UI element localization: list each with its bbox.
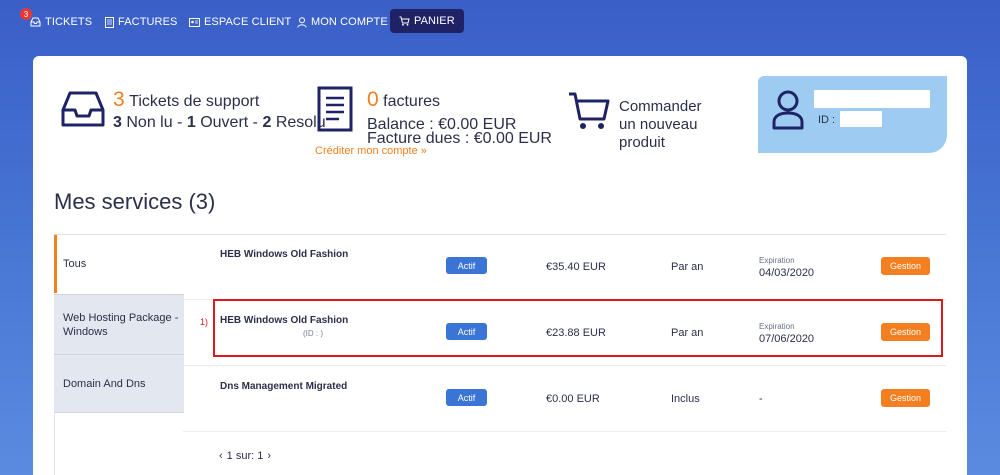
tab-tous[interactable]: Tous xyxy=(54,235,184,293)
expiration-date: 04/03/2020 xyxy=(759,267,815,279)
unread-count: 3 xyxy=(113,114,122,131)
highlight-box xyxy=(213,299,943,357)
order-new-product-link[interactable]: Commander un nouveau produit xyxy=(619,98,702,152)
nav-espace-client-label: ESPACE CLIENT xyxy=(204,16,292,28)
chevron-left-icon[interactable]: ‹ xyxy=(219,450,223,462)
invoices-count: 0 xyxy=(367,88,379,111)
profile-name-redacted xyxy=(814,90,930,108)
nav-espace-client[interactable]: ESPACE CLIENT xyxy=(189,10,291,34)
service-row[interactable]: Dns Management Migrated Actif €0.00 EUR … xyxy=(183,366,946,432)
credit-account-link[interactable]: Créditer mon compte » xyxy=(315,145,427,157)
order-line1: Commander xyxy=(619,98,702,115)
nav-tickets-label: TICKETS xyxy=(45,16,93,28)
open-count: 1 xyxy=(186,114,196,131)
tickets-badge: 3 xyxy=(20,8,32,20)
nav-mon-compte-label: MON COMPTE xyxy=(311,16,388,28)
open-label: Ouvert - xyxy=(200,114,258,131)
resolved-count: 2 xyxy=(262,114,272,131)
tab-domain-dns[interactable]: Domain And Dns xyxy=(54,354,184,413)
document-icon xyxy=(105,16,114,28)
expiration-label: Expiration xyxy=(759,256,795,265)
pager-label: 1 sur: 1 xyxy=(226,450,264,462)
status-badge: Actif xyxy=(446,257,487,274)
service-period: Par an xyxy=(671,261,704,273)
profile-id-label: ID : xyxy=(818,114,836,126)
expiration-date: - xyxy=(759,393,763,405)
order-line2: un nouveau xyxy=(619,116,698,133)
nav-mon-compte[interactable]: MON COMPTE xyxy=(297,10,388,34)
order-line3: produit xyxy=(619,134,665,151)
row-marker: 1) xyxy=(200,317,209,327)
nav-tickets[interactable]: TICKETS xyxy=(30,10,92,34)
nav-factures-label: FACTURES xyxy=(118,16,178,28)
status-badge: Actif xyxy=(446,389,487,406)
chevron-right-icon[interactable]: › xyxy=(267,450,271,462)
service-row[interactable]: HEB Windows Old Fashion Actif €35.40 EUR… xyxy=(183,234,946,300)
unread-label: Non lu - xyxy=(126,114,183,131)
gestion-button[interactable]: Gestion xyxy=(881,389,930,407)
service-price: €0.00 EUR xyxy=(546,393,600,405)
invoice-large-icon xyxy=(317,86,353,132)
tab-web-hosting[interactable]: Web Hosting Package - Windows xyxy=(54,294,184,354)
tickets-title: Tickets de support xyxy=(129,93,260,110)
tickets-count: 3 xyxy=(113,88,125,111)
service-name: HEB Windows Old Fashion xyxy=(220,249,349,260)
user-avatar-icon xyxy=(772,90,804,130)
inbox-large-icon xyxy=(61,91,105,127)
nav-panier[interactable]: PANIER xyxy=(390,9,464,33)
id-card-icon xyxy=(189,17,200,27)
nav-factures[interactable]: FACTURES xyxy=(105,10,177,34)
nav-panier-label: PANIER xyxy=(414,15,455,27)
tickets-summary[interactable]: 3 Tickets de support xyxy=(113,88,259,112)
service-name: Dns Management Migrated xyxy=(220,381,348,392)
invoices-title: factures xyxy=(383,93,441,110)
service-period: Inclus xyxy=(671,393,700,405)
profile-panel[interactable]: ID : xyxy=(758,76,947,153)
service-price: €35.40 EUR xyxy=(546,261,606,273)
top-nav: TICKETS 3 FACTURES ESPACE CLIENT MON COM… xyxy=(0,0,1000,42)
cart-large-icon xyxy=(569,92,610,129)
cart-icon xyxy=(399,16,410,26)
user-icon xyxy=(297,16,307,28)
inbox-icon xyxy=(30,17,41,27)
main-card: 3 Tickets de support 3 Non lu - 1 Ouvert… xyxy=(33,56,967,475)
invoices-summary[interactable]: 0 factures xyxy=(367,88,440,112)
services-title: Mes services (3) xyxy=(54,189,216,214)
tickets-breakdown: 3 Non lu - 1 Ouvert - 2 Resolu xyxy=(113,114,326,132)
profile-id-redacted xyxy=(840,111,882,127)
gestion-button[interactable]: Gestion xyxy=(881,257,930,275)
pagination: ‹ 1 sur: 1 › xyxy=(219,450,271,462)
